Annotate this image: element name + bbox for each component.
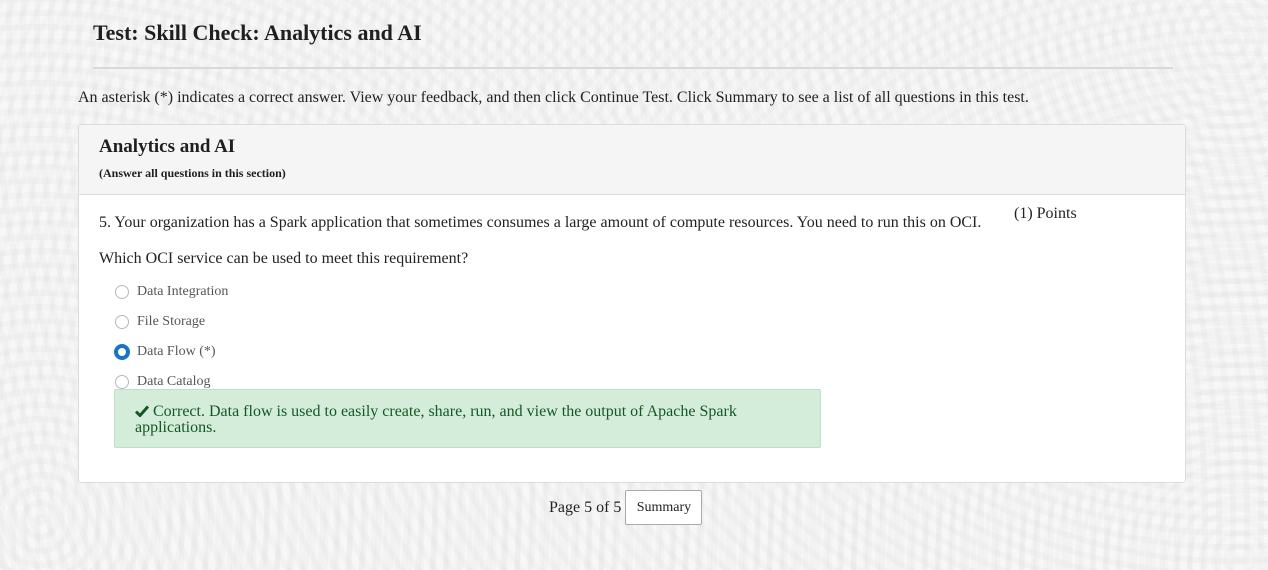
question-panel: Analytics and AI (Answer all questions i… (78, 124, 1186, 483)
radio-button-selected[interactable] (114, 344, 130, 360)
answer-option-label: Data Catalog (137, 374, 211, 389)
section-note: (Answer all questions in this section) (99, 166, 286, 180)
question-points: (1) Points (1014, 205, 1077, 222)
summary-button[interactable]: Summary (625, 490, 703, 525)
answer-option-data-flow[interactable]: Data Flow (*) (114, 337, 228, 367)
page-indicator: Page 5 of 5 (549, 498, 622, 516)
radio-button[interactable] (115, 315, 129, 329)
radio-button[interactable] (115, 285, 129, 299)
test-page: Test: Skill Check: Analytics and AI An a… (0, 0, 1268, 570)
check-icon (135, 405, 149, 417)
question-prompt: Which OCI service can be used to meet th… (99, 250, 469, 267)
question-text: 5. Your organization has a Spark applica… (99, 214, 982, 231)
instructions-text: An asterisk (*) indicates a correct answ… (78, 89, 1029, 106)
pagination: Page 5 of 5 Summary (549, 490, 703, 525)
page-title: Test: Skill Check: Analytics and AI (93, 20, 422, 45)
answer-option-label: Data Integration (137, 284, 229, 299)
answer-option-data-integration[interactable]: Data Integration (115, 277, 228, 307)
answer-option-file-storage[interactable]: File Storage (115, 307, 228, 337)
answer-option-label: File Storage (137, 314, 206, 329)
section-title: Analytics and AI (99, 136, 236, 157)
section-header: Analytics and AI (Answer all questions i… (79, 125, 1185, 195)
title-divider (93, 67, 1173, 69)
feedback-text: Correct. Data flow is used to easily cre… (135, 403, 737, 436)
answer-option-label: Data Flow (*) (137, 344, 216, 359)
radio-button[interactable] (115, 375, 129, 389)
answer-options: Data Integration File Storage Data Flow … (114, 277, 228, 397)
feedback-box: Correct. Data flow is used to easily cre… (114, 389, 821, 448)
